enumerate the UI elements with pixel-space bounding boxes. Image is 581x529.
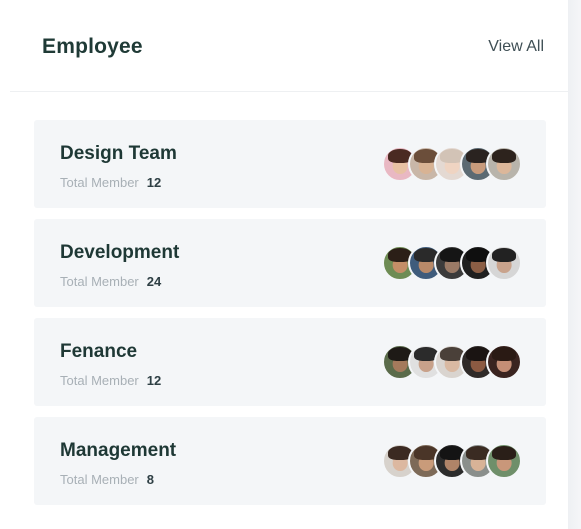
team-row-fenance[interactable]: Fenance Total Member 12	[34, 318, 546, 406]
member-count: 8	[146, 472, 154, 487]
member-info: Total Member 8	[60, 472, 154, 487]
avatar[interactable]	[486, 146, 522, 182]
avatar[interactable]	[486, 344, 522, 380]
team-name: Design Team	[60, 143, 177, 164]
avatar-group[interactable]	[382, 344, 522, 380]
team-name: Fenance	[60, 341, 138, 362]
avatar[interactable]	[486, 443, 522, 479]
member-count: 12	[146, 175, 162, 190]
avatar[interactable]	[486, 245, 522, 281]
view-all-link[interactable]: View All	[488, 38, 544, 56]
member-label: Total Member	[60, 175, 139, 190]
avatar-group[interactable]	[382, 146, 522, 182]
team-row-management[interactable]: Management Total Member 8	[34, 417, 546, 505]
member-info: Total Member 24	[60, 274, 161, 289]
team-list: Design Team Total Member 12 Development T…	[34, 120, 546, 516]
team-row-design-team[interactable]: Design Team Total Member 12	[34, 120, 546, 208]
member-info: Total Member 12	[60, 175, 161, 190]
employee-card: Employee View All Design Team Total Memb…	[0, 0, 568, 529]
adjacent-panel-edge	[568, 0, 581, 529]
member-info: Total Member 12	[60, 373, 161, 388]
avatar-hair	[491, 248, 517, 262]
avatar-group[interactable]	[382, 245, 522, 281]
avatar-hair	[491, 149, 517, 163]
avatar-group[interactable]	[382, 443, 522, 479]
member-count: 24	[146, 274, 162, 289]
member-label: Total Member	[60, 472, 139, 487]
team-row-development[interactable]: Development Total Member 24	[34, 219, 546, 307]
team-name: Development	[60, 242, 180, 263]
avatar-hair	[491, 446, 517, 460]
member-label: Total Member	[60, 373, 139, 388]
team-name: Management	[60, 440, 177, 461]
card-header: Employee View All	[0, 0, 568, 92]
member-count: 12	[146, 373, 162, 388]
header-divider	[10, 91, 568, 92]
member-label: Total Member	[60, 274, 139, 289]
card-title: Employee	[42, 35, 143, 58]
avatar-hair	[491, 347, 517, 361]
